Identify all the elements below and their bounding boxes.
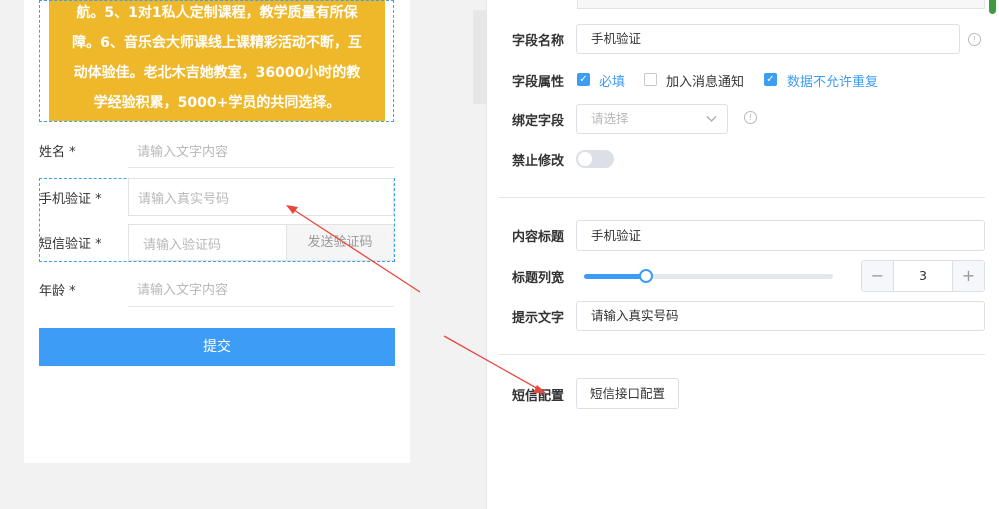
annotation-arrow-line <box>443 335 541 391</box>
annotation-arrowhead <box>533 385 546 393</box>
annotation-arrowhead <box>286 205 298 214</box>
annotation-arrows <box>286 205 546 393</box>
annotation-arrow-line <box>290 207 421 293</box>
